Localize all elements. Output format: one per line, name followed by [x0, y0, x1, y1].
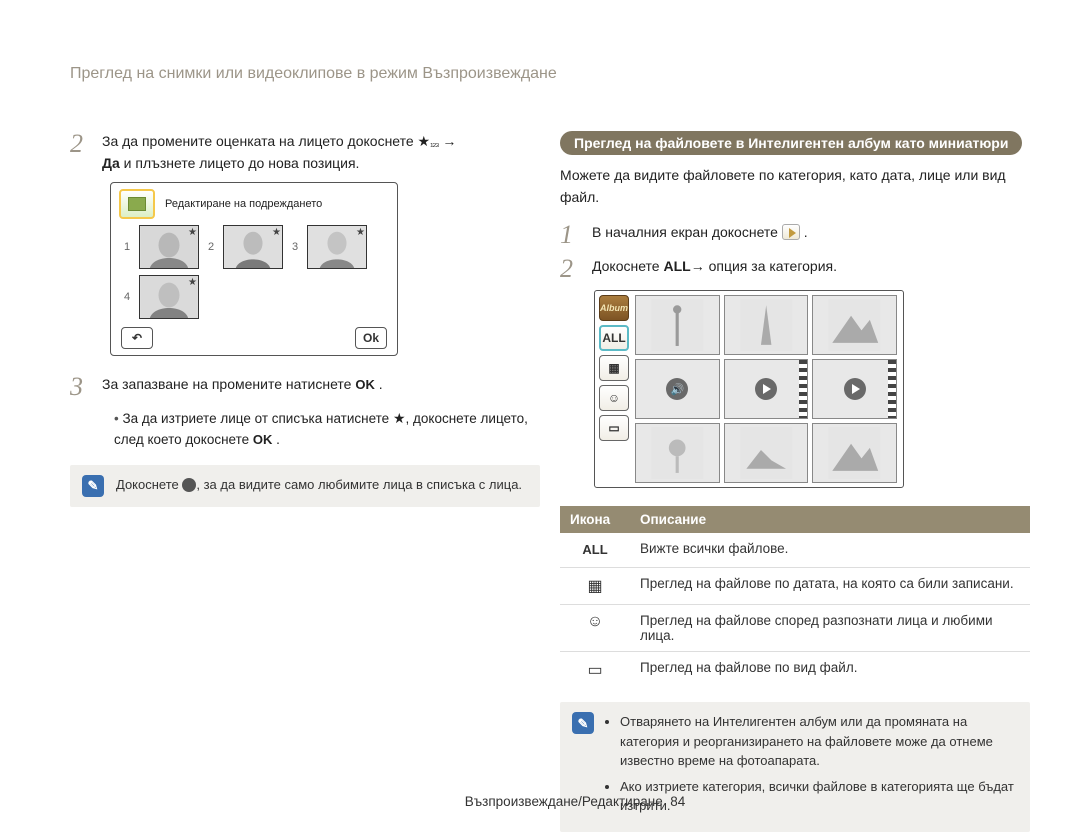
sound-icon [666, 378, 688, 400]
thumb-mountain[interactable] [812, 295, 897, 355]
face-thumb-3[interactable]: ★ [307, 225, 367, 269]
note-icon [82, 475, 104, 497]
step-number-2: 2 [70, 131, 88, 157]
face-index-4: 4 [121, 291, 133, 303]
page-title: Преглед на снимки или видеоклипове в реж… [70, 65, 1080, 83]
face-thumb-2[interactable]: ★ [223, 225, 283, 269]
step-number-2: 2 [560, 256, 578, 282]
play-icon [755, 378, 777, 400]
calendar-icon: ▦ [586, 576, 604, 596]
table-row: ALL Вижте всички файлове. [560, 533, 1030, 568]
note-item: Отварянето на Интелигентен албум или да … [620, 712, 1018, 771]
step-number-3: 3 [70, 374, 88, 400]
row-desc: Преглед на файлове по вид файл. [630, 652, 1030, 689]
note-icon [572, 712, 594, 734]
thumb-video-1[interactable] [724, 359, 809, 419]
thumb-mountain-3[interactable] [812, 423, 897, 483]
film-strip-icon [888, 360, 896, 418]
face-edit-screen: Редактиране на подреждането 1 ★ 2 ★ 3 [110, 182, 398, 356]
thumb-audio[interactable] [635, 359, 720, 419]
ok-glyph: OK [253, 432, 273, 447]
face-index-2: 2 [205, 241, 217, 253]
sidebar-all-button[interactable]: ALL [599, 325, 629, 351]
step-3-text: За запазване на промените натиснете OK . [102, 374, 540, 396]
r-step-1-text: В началния екран докоснете . [592, 222, 1030, 244]
back-button[interactable]: ↶ [121, 327, 153, 349]
face-index-3: 3 [289, 241, 301, 253]
star-icon: ★ [188, 277, 197, 288]
person-icon: ☺ [608, 391, 620, 405]
sidebar-album-button[interactable]: Album [599, 295, 629, 321]
star-icon: ★ [272, 227, 281, 238]
thumb-flower[interactable] [635, 423, 720, 483]
album-icon [119, 189, 155, 219]
left-note-box: Докоснете , за да видите само любимите л… [70, 465, 540, 507]
row-desc: Преглед на файлове според разпознати лиц… [630, 605, 1030, 652]
th-desc: Описание [630, 506, 1030, 533]
playback-icon [782, 224, 800, 240]
row-desc: Преглед на файлове по датата, на която с… [630, 568, 1030, 605]
sidebar-date-button[interactable]: ▦ [599, 355, 629, 381]
thumb-mountain-2[interactable] [724, 423, 809, 483]
thumb-video-2[interactable] [812, 359, 897, 419]
star-icon: ★ [356, 227, 365, 238]
all-icon: ALL [582, 542, 607, 557]
face-thumb-4[interactable]: ★ [139, 275, 199, 319]
smart-album-screen: Album ALL ▦ ☺ ▭ [594, 290, 904, 488]
sidebar-face-button[interactable]: ☺ [599, 385, 629, 411]
right-column: Преглед на файловете в Интелигентен албу… [560, 131, 1030, 832]
table-row: ▭ Преглед на файлове по вид файл. [560, 652, 1030, 689]
favorites-filter-icon [182, 478, 196, 492]
star-ranking-icon [418, 131, 439, 153]
ok-button[interactable]: Ok [355, 327, 387, 349]
face-index-1: 1 [121, 241, 133, 253]
step-3-bullets: За да изтриете лице от списъка натиснете… [114, 408, 540, 451]
thumb-tower[interactable] [724, 295, 809, 355]
page-footer: Възпроизвеждане/Редактиране 84 [70, 794, 1080, 809]
section-heading-pill: Преглед на файловете в Интелигентен албу… [560, 131, 1022, 155]
th-icon: Икона [560, 506, 630, 533]
folder-icon: ▭ [608, 421, 619, 435]
step-number-1: 1 [560, 222, 578, 248]
calendar-icon: ▦ [608, 361, 619, 375]
edit-ranking-title: Редактиране на подреждането [165, 198, 322, 210]
table-row: ▦ Преглед на файлове по датата, на която… [560, 568, 1030, 605]
sidebar-type-button[interactable]: ▭ [599, 415, 629, 441]
left-column: 2 За да промените оценката на лицето док… [70, 131, 540, 832]
play-icon [844, 378, 866, 400]
star-icon: ★ [188, 227, 197, 238]
thumb-streetlamp[interactable] [635, 295, 720, 355]
film-strip-icon [799, 360, 807, 418]
right-note-box: Отварянето на Интелигентен албум или да … [560, 702, 1030, 832]
row-desc: Вижте всички файлове. [630, 533, 1030, 568]
table-row: ☺ Преглед на файлове според разпознати л… [560, 605, 1030, 652]
arrow-icon: → [442, 133, 456, 149]
r-step-2-text: Докоснете ALL→ опция за категория. [592, 256, 1030, 278]
icon-description-table: Икона Описание ALL Вижте всички файлове.… [560, 506, 1030, 688]
step-2-text: За да промените оценката на лицето докос… [102, 131, 540, 174]
ok-glyph: OK [355, 377, 375, 392]
folder-icon: ▭ [586, 660, 604, 680]
intro-text: Можете да видите файловете по категория,… [560, 165, 1030, 208]
star-delete-icon [393, 411, 406, 426]
person-icon: ☺ [586, 613, 604, 631]
face-thumb-1[interactable]: ★ [139, 225, 199, 269]
